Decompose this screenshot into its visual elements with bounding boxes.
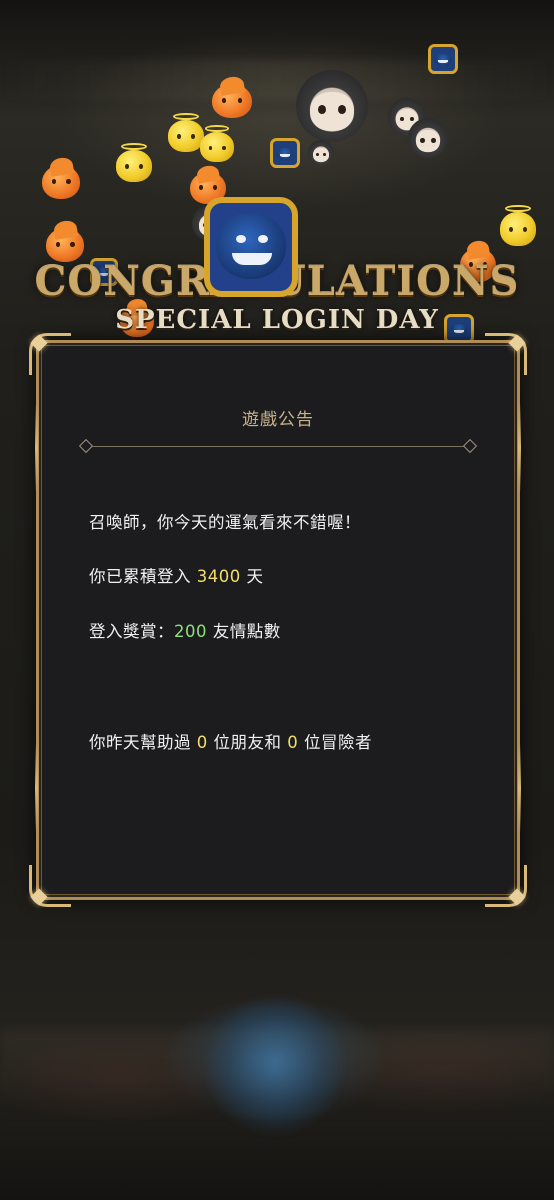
chibi-mascot-icon: [308, 140, 334, 166]
frame-side-ornament: [35, 743, 38, 833]
gold-angel-mascot-icon: [168, 112, 204, 152]
gold-angel-mascot-icon: [500, 204, 536, 246]
helped-suffix: 位冒險者: [304, 733, 372, 752]
greeting-line: 召喚師，你今天的運氣看來不錯喔！: [89, 509, 361, 533]
gold-angel-mascot-icon: [116, 142, 152, 182]
divider-diamond-icon: [462, 438, 478, 454]
gold-angel-mascot-icon: [200, 125, 234, 162]
helped-middle: 位朋友和: [213, 733, 282, 752]
fire-mascot-icon: [46, 228, 84, 262]
login-days-line: 你已累積登入 3400 天: [89, 563, 264, 587]
panel-title: 遊戲公告: [242, 410, 314, 430]
big-blue-bag-mascot-icon: [196, 185, 306, 305]
divider-diamond-icon: [78, 438, 94, 454]
banner-subtitle: SPECIAL LOGIN DAY: [115, 305, 439, 335]
login-reward-suffix: 友情點數: [212, 622, 281, 641]
chibi-girl-mascot-icon: [408, 118, 448, 158]
helped-prefix: 你昨天幫助過: [89, 733, 191, 752]
login-days-count: 3400: [196, 567, 241, 586]
adventurers-helped-count: 0: [287, 733, 299, 752]
friends-helped-count: 0: [196, 733, 208, 752]
login-reward-prefix: 登入獎賞：: [89, 622, 174, 641]
greeting-text: 召喚師，你今天的運氣看來不錯喔！: [89, 513, 361, 532]
login-days-prefix: 你已累積登入: [89, 567, 191, 586]
blue-bag-mascot-icon: [428, 44, 458, 74]
frame-side-ornament: [518, 743, 521, 833]
fire-mascot-icon: [42, 165, 80, 199]
login-days-suffix: 天: [246, 567, 264, 586]
title-divider: [91, 446, 465, 447]
announcement-panel: 遊戲公告 召喚師，你今天的運氣看來不錯喔！ 你已累積登入 3400 天 登入獎賞…: [29, 333, 527, 907]
blue-bag-mascot-icon: [270, 138, 300, 168]
blurred-portal-glow: [205, 995, 345, 1135]
masked-chibi-mascot-icon: [296, 70, 368, 142]
background-scene-strip: [0, 60, 554, 100]
fire-mascot-icon: [212, 84, 252, 118]
login-reward-line: 登入獎賞：200 友情點數: [89, 618, 281, 642]
login-reward-amount: 200: [174, 622, 207, 641]
frame-side-ornament: [518, 403, 521, 493]
frame-side-ornament: [35, 403, 38, 493]
helped-players-line: 你昨天幫助過 0 位朋友和 0 位冒險者: [89, 729, 372, 753]
